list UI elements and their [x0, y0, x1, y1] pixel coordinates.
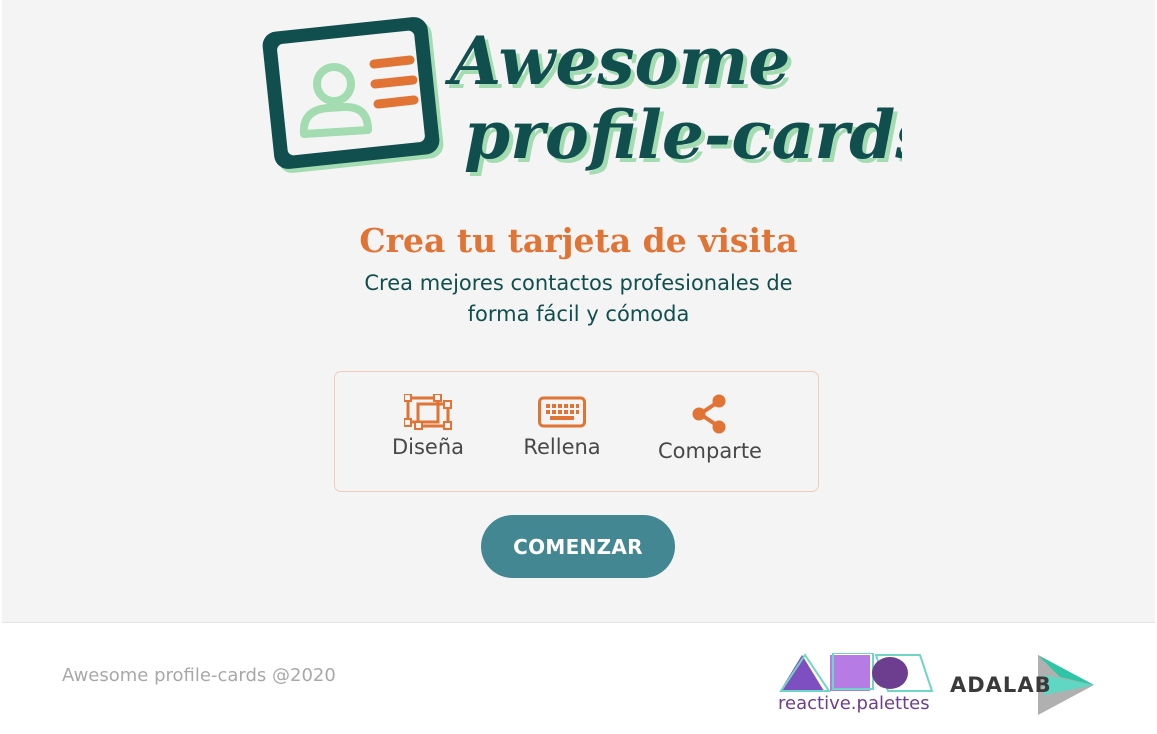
profile-card-icon [262, 17, 444, 173]
footer-copyright: Awesome profile-cards @2020 [62, 665, 336, 686]
step-design: Diseña [381, 394, 475, 459]
subtitle-line2: forma fácil y cómoda [467, 302, 690, 326]
step-fill: Rellena [513, 394, 611, 459]
logo-text-line2: profile-cards [464, 96, 902, 174]
design-icon [404, 394, 452, 430]
reactive-palettes-logo[interactable]: reactive.palettes [778, 652, 938, 717]
step-label-share: Comparte [658, 439, 762, 463]
start-button[interactable]: COMENZAR [481, 515, 675, 578]
page-subtitle: Crea mejores contactos profesionales de … [0, 268, 1157, 330]
step-share: Comparte [648, 394, 772, 463]
logo-text-line1: Awesome [444, 22, 790, 100]
adalab-text: ADALAB [950, 673, 1052, 697]
keyboard-icon [538, 396, 586, 428]
reactive-palettes-text: reactive.palettes [778, 693, 930, 714]
share-icon [692, 394, 726, 434]
app-logo: Awesome profile-cards Awesome profile-ca… [262, 17, 902, 178]
footer: Awesome profile-cards @2020 reactive.pal… [0, 623, 1157, 734]
steps-panel: Diseña Rellena Comparte [334, 371, 819, 492]
subtitle-line1: Crea mejores contactos profesionales de [364, 271, 793, 295]
step-label-fill: Rellena [523, 435, 601, 459]
reactive-palettes-shapes-icon [779, 652, 934, 692]
adalab-logo[interactable]: ADALAB [948, 653, 1098, 717]
step-label-design: Diseña [391, 435, 465, 459]
page-title: Crea tu tarjeta de visita [359, 221, 798, 260]
